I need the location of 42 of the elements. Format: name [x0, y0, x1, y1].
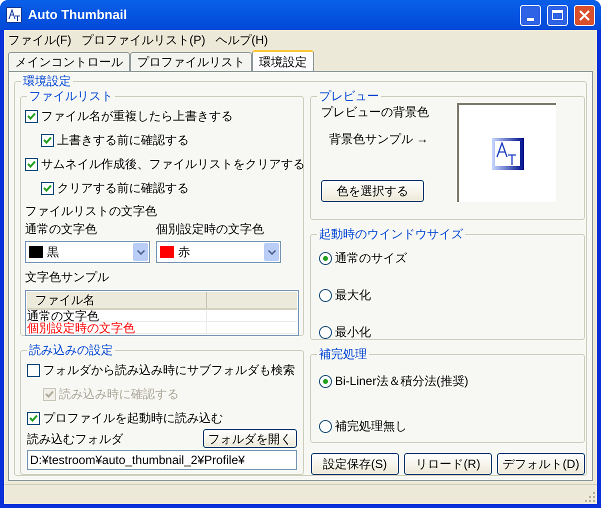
window-title: Auto Thumbnail — [28, 6, 128, 24]
group-title: 補完処理 — [317, 346, 369, 362]
button[interactable]: フォルダを開く — [203, 429, 297, 448]
group-title: 読み込みの設定 — [27, 342, 115, 358]
list-row-text: 個別設定時の文字色 — [27, 322, 207, 333]
tab[interactable]: 環境設定 — [252, 50, 314, 71]
group-title: 環境設定 — [21, 73, 73, 89]
checkbox-label: ファイル名が重複したら上書きする — [41, 108, 233, 125]
button[interactable]: リロード(R) — [404, 453, 492, 475]
background-label: プレビューの背景色 — [321, 104, 430, 121]
checkbox-label: フォルダから読み込み時にサブフォルダも検索 — [43, 362, 295, 379]
button[interactable]: 設定保存(S) — [311, 453, 399, 475]
button[interactable]: 色を選択する — [321, 180, 424, 202]
tab[interactable]: メインコントロール — [8, 52, 130, 71]
radio-label: 最大化 — [335, 287, 371, 304]
group-title: プレビュー — [317, 88, 381, 104]
group-title: ファイルリスト — [27, 88, 115, 104]
tab[interactable]: プロファイルリスト — [130, 52, 252, 71]
checkbox-label: クリアする前に確認する — [57, 180, 189, 197]
color-select[interactable]: 赤 — [156, 241, 281, 263]
checkbox-label: 読み込み時に確認する — [59, 386, 179, 403]
color-select[interactable]: 黒 — [25, 241, 150, 263]
menu-item[interactable]: プロファイルリスト(P) — [81, 31, 206, 49]
radio-label: 補完処理無し — [335, 418, 407, 435]
color-heading: ファイルリストの文字色 — [25, 203, 158, 220]
radio-label: 最小化 — [335, 324, 371, 341]
select-label: 個別設定時の文字色 — [156, 221, 265, 238]
group-title: 起動時のウインドウサイズ — [317, 226, 465, 242]
button[interactable]: デフォルト(D) — [497, 453, 585, 475]
checkbox-label: プロファイルを起動時に読み込む — [43, 410, 223, 427]
folder-label: 読み込むフォルダ — [27, 431, 123, 448]
list-row-text: 通常の文字色 — [27, 310, 207, 321]
radio-label: 通常のサイズ — [335, 250, 407, 267]
menu-item[interactable]: ファイル(F) — [8, 31, 72, 49]
checkbox-label: サムネイル作成後、ファイルリストをクリアする — [41, 156, 305, 173]
folder-path-field[interactable]: D:¥testroom¥auto_thumbnail_2¥Profile¥ — [27, 450, 297, 470]
menu-item[interactable]: ヘルプ(H) — [215, 31, 268, 49]
sample-label: 文字色サンプル — [25, 269, 110, 286]
radio-label: Bi-Liner法＆積分法(推奨) — [335, 373, 468, 390]
sample-label: 背景色サンプル → — [329, 131, 430, 148]
checkbox-label: 上書きする前に確認する — [57, 132, 189, 149]
select-label: 通常の文字色 — [25, 221, 98, 238]
